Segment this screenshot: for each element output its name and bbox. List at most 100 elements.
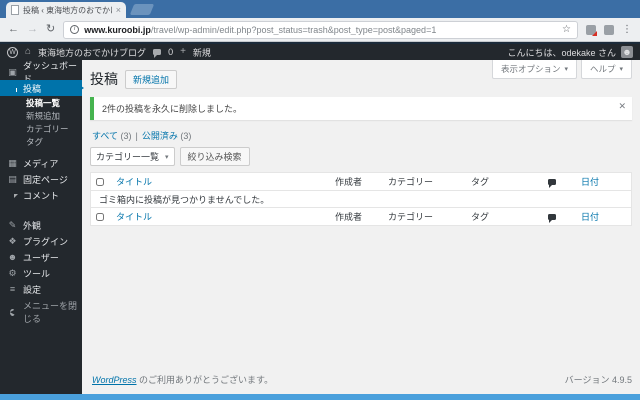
column-date-sort[interactable]: 日付 <box>581 175 631 188</box>
wordpress-logo-icon[interactable]: W <box>7 46 18 58</box>
tab-title: 投稿 ‹ 東海地方のおでかけ <box>23 5 112 15</box>
sidebar-item-label: 外観 <box>23 220 42 231</box>
column-author: 作成者 <box>335 212 363 222</box>
filter-separator: | <box>135 131 138 141</box>
filter-published-link[interactable]: 公開済み <box>142 131 178 141</box>
browser-menu-icon[interactable]: ⋮ <box>622 24 632 35</box>
tab-close-icon[interactable]: × <box>116 5 121 15</box>
sidebar-item-posts[interactable]: 投稿 <box>0 80 84 96</box>
users-icon: ☻ <box>7 252 18 262</box>
footer-thanks-text: のご利用ありがとうございます。 <box>136 375 274 385</box>
collapse-menu-button[interactable]: ◀ メニューを閉じる <box>0 301 82 324</box>
footer-thanks: WordPress のご利用ありがとうございます。 <box>92 373 273 386</box>
appearance-icon: ✎ <box>8 219 17 230</box>
avatar[interactable]: ☻ <box>621 46 633 58</box>
sidebar-item-media[interactable]: ▦ メディア <box>0 155 82 171</box>
submenu-item-tags[interactable]: タグ <box>0 135 82 148</box>
sidebar-item-settings[interactable]: ≡ 設定 <box>0 281 82 297</box>
screen-options-label: 表示オプション <box>500 64 561 74</box>
reload-icon[interactable]: ↻ <box>46 24 55 35</box>
sidebar-item-label: メディア <box>23 158 59 169</box>
help-button[interactable]: ヘルプ ▾ <box>580 60 632 79</box>
table-header-row: タイトル 作成者 カテゴリー タグ 日付 <box>91 173 631 190</box>
screen-options-button[interactable]: 表示オプション ▾ <box>491 60 577 79</box>
forward-icon[interactable]: → <box>27 24 38 35</box>
help-label: ヘルプ <box>589 64 616 74</box>
filter-published-count: (3) <box>180 131 192 141</box>
browser-toolbar: ← → ↻ i www.kuroobi.jp/travel/wp-admin/e… <box>0 18 640 42</box>
home-icon[interactable]: ⌂ <box>25 47 31 57</box>
pages-icon: ▤ <box>8 173 17 184</box>
pushpin-icon <box>7 83 18 93</box>
sidebar-item-pages[interactable]: ▤ 固定ページ <box>0 171 82 187</box>
tools-icon: ⚙ <box>8 267 17 278</box>
sidebar-item-appearance[interactable]: ✎ 外観 <box>0 217 82 233</box>
chevron-down-icon: ▾ <box>619 66 623 73</box>
plugins-icon: ❖ <box>8 235 17 246</box>
back-icon[interactable]: ← <box>8 24 19 35</box>
sidebar-item-plugins[interactable]: ❖ プラグイン <box>0 233 82 249</box>
sidebar-item-label: プラグイン <box>23 236 69 247</box>
dismiss-notice-icon[interactable]: ✕ <box>618 101 626 112</box>
category-filter-select[interactable]: カテゴリー一覧 ▾ <box>90 147 175 166</box>
page-title: 投稿 <box>90 71 118 87</box>
column-title-sort[interactable]: タイトル <box>116 210 335 223</box>
new-tab-button[interactable] <box>129 4 155 15</box>
new-content-link[interactable]: 新規 <box>193 46 211 59</box>
sidebar-item-label: ユーザー <box>23 252 59 263</box>
wp-admin-bar: W ⌂ 東海地方のおでかけブログ 0 + 新規 こんにちは、odekake さん… <box>0 44 640 60</box>
filter-all-link[interactable]: すべて <box>92 131 118 141</box>
browser-tab[interactable]: 投稿 ‹ 東海地方のおでかけ × <box>6 2 126 18</box>
column-tags: タグ <box>471 212 490 222</box>
filter-submit-button[interactable]: 絞り込み検索 <box>179 147 250 166</box>
filter-all-count: (3) <box>120 131 132 141</box>
info-icon[interactable]: i <box>70 25 80 34</box>
sidebar-item-label: 投稿 <box>23 83 42 94</box>
column-date-sort[interactable]: 日付 <box>581 210 631 223</box>
greeting-text[interactable]: こんにちは、odekake さん <box>507 46 616 59</box>
media-icon: ▦ <box>8 157 17 168</box>
submenu-item-add-new[interactable]: 新規追加 <box>0 109 82 122</box>
collapse-icon: ◀ <box>9 309 16 316</box>
url-text: www.kuroobi.jp/travel/wp-admin/edit.php?… <box>84 25 557 35</box>
current-menu-arrow <box>78 84 88 92</box>
sidebar-item-label: コメント <box>23 190 60 201</box>
column-category: カテゴリー <box>388 177 434 187</box>
comment-count[interactable]: 0 <box>168 47 173 57</box>
dashboard-icon: ▣ <box>8 66 17 77</box>
extension-icon-1[interactable] <box>586 24 597 36</box>
sidebar-item-dashboard[interactable]: ▣ ダッシュボード <box>0 61 82 84</box>
column-tags: タグ <box>471 177 490 187</box>
bookmark-star-icon[interactable]: ☆ <box>562 24 571 35</box>
collapse-menu-label: メニューを閉じる <box>23 301 78 324</box>
column-title-sort[interactable]: タイトル <box>116 175 335 188</box>
window-bottom-edge <box>0 394 640 400</box>
plus-icon[interactable]: + <box>180 47 186 57</box>
submenu-item-all-posts[interactable]: 投稿一覧 <box>0 96 82 109</box>
submenu-item-categories[interactable]: カテゴリー <box>0 122 82 135</box>
url-host: www.kuroobi.jp <box>84 24 151 35</box>
posts-table: タイトル 作成者 カテゴリー タグ 日付 ゴミ箱内に投稿が見つかりませんでした。… <box>90 172 632 226</box>
page-favicon-icon <box>11 5 19 15</box>
site-name-link[interactable]: 東海地方のおでかけブログ <box>38 46 146 59</box>
comment-column-icon <box>548 178 556 188</box>
select-all-checkbox[interactable] <box>96 177 104 186</box>
url-path: /travel/wp-admin/edit.php?post_status=tr… <box>150 24 437 35</box>
comments-bubble-icon[interactable] <box>153 49 162 58</box>
column-category: カテゴリー <box>388 212 434 222</box>
wordpress-link[interactable]: WordPress <box>92 375 137 385</box>
extension-icon-2[interactable] <box>604 24 614 35</box>
sidebar-item-tools[interactable]: ⚙ ツール <box>0 265 82 281</box>
sidebar-item-users[interactable]: ☻ ユーザー <box>0 249 82 265</box>
sidebar-item-comments[interactable]: コメント <box>0 187 82 203</box>
comment-column-icon <box>548 213 556 223</box>
browser-tabstrip: 投稿 ‹ 東海地方のおでかけ × <box>0 0 640 18</box>
add-new-button[interactable]: 新規追加 <box>125 69 178 89</box>
address-bar[interactable]: i www.kuroobi.jp/travel/wp-admin/edit.ph… <box>63 20 578 39</box>
category-filter-value: カテゴリー一覧 <box>96 152 160 162</box>
sidebar-item-label: 固定ページ <box>23 174 68 185</box>
status-filter-links: すべて (3) | 公開済み (3) <box>92 129 632 142</box>
select-all-checkbox[interactable] <box>96 212 104 221</box>
table-footer-row: タイトル 作成者 カテゴリー タグ 日付 <box>91 208 631 225</box>
sidebar-item-label: 設定 <box>23 284 42 295</box>
